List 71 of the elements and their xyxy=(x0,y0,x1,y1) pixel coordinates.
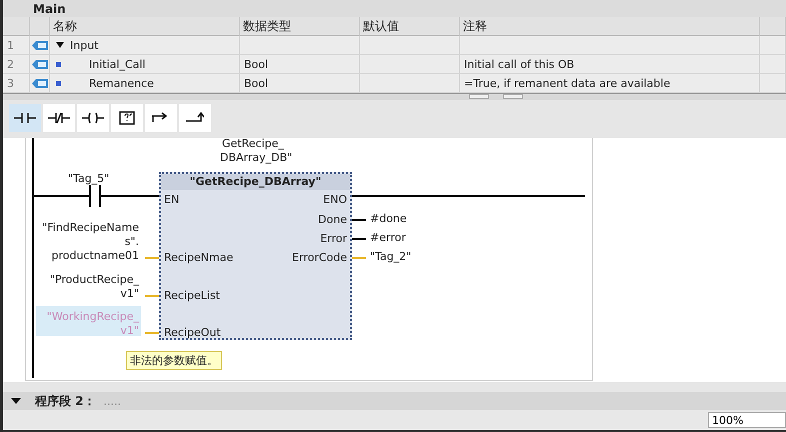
coil-icon xyxy=(82,112,104,124)
comment-text: =True, if remanent data are available xyxy=(464,76,670,90)
toolbar-button[interactable] xyxy=(9,104,41,132)
member-name: Initial_Call xyxy=(89,58,146,70)
output-pin: ENO xyxy=(323,193,347,206)
input-pin: RecipeOut xyxy=(164,326,221,339)
network-comment: ..... xyxy=(104,394,122,408)
input-operand: s". xyxy=(124,235,139,248)
block-title: "GetRecipe_DBArray" xyxy=(161,174,350,190)
contact-icon xyxy=(14,112,36,124)
output-pin: Done xyxy=(318,213,347,226)
header-cell: 数据类型 xyxy=(240,17,360,36)
output-operand: #error xyxy=(370,231,406,244)
toolbar-button[interactable] xyxy=(43,104,75,132)
bool-wire xyxy=(352,219,366,221)
input-pin: RecipeNmae xyxy=(164,251,234,264)
input-pin: EN xyxy=(164,193,180,206)
data-wire xyxy=(145,257,159,259)
data-type: Bool xyxy=(244,76,268,90)
output-pin: Error xyxy=(320,232,347,245)
error-tooltip: 非法的参数赋值。 xyxy=(126,351,222,370)
output-operand: "Tag_2" xyxy=(370,250,412,263)
interface-tag-icon xyxy=(32,40,48,50)
row-number: 2 xyxy=(7,58,14,70)
toolbar-button[interactable] xyxy=(111,104,143,132)
row-number: 3 xyxy=(7,76,14,90)
interface-tag-icon xyxy=(32,58,48,70)
data-wire xyxy=(145,332,159,334)
editor-title: Main xyxy=(33,2,66,16)
function-block[interactable]: "GetRecipe_DBArray" EN RecipeNmae RecipeList RecipeOut ENO Done Error ErrorCode xyxy=(159,172,352,340)
closed-contact-icon xyxy=(48,112,70,124)
input-operand: v1" xyxy=(120,324,139,337)
empty-box-icon xyxy=(118,110,136,126)
interface-tag-icon xyxy=(32,78,48,88)
row-number: 1 xyxy=(7,38,14,52)
data-type: Bool xyxy=(244,58,268,70)
output-pin: ErrorCode xyxy=(292,251,347,264)
input-operand: productname01 xyxy=(51,249,139,262)
toolbar-button[interactable] xyxy=(179,104,211,132)
instance-db-label: DBArray_DB" xyxy=(220,151,292,164)
instance-db-label: GetRecipe_ xyxy=(222,138,284,150)
network-title: 程序段 2： xyxy=(35,392,96,410)
table-cell xyxy=(760,36,786,55)
toolbar-button[interactable] xyxy=(145,104,177,132)
member-name: Input xyxy=(70,38,98,52)
contact-symbol xyxy=(89,185,101,207)
zoom-field[interactable]: 100% xyxy=(708,412,786,428)
input-operand: "ProductRecipe_ xyxy=(50,273,139,286)
data-wire xyxy=(352,257,366,259)
toolbar-button[interactable] xyxy=(77,104,109,132)
header-cell: 默认值 xyxy=(360,17,460,36)
expanded-triangle-icon[interactable] xyxy=(56,41,64,49)
comment-text: Initial call of this OB xyxy=(464,58,574,70)
collapsed-triangle-icon[interactable] xyxy=(11,397,21,405)
data-wire xyxy=(145,295,159,297)
header-cell: 名称 xyxy=(50,17,240,36)
rung-wire xyxy=(101,195,159,197)
input-operand: v1" xyxy=(120,287,139,300)
member-bullet-icon xyxy=(56,62,61,66)
input-pin: RecipeList xyxy=(164,289,220,302)
input-operand: "FindRecipeName xyxy=(42,221,139,234)
branch-close-icon xyxy=(186,112,204,124)
input-operand: "WorkingRecipe_ xyxy=(46,310,139,323)
output-operand: #done xyxy=(370,212,407,225)
bool-wire xyxy=(352,238,366,240)
rung-wire xyxy=(34,195,89,197)
header-cell: 注释 xyxy=(460,17,760,36)
member-bullet-icon xyxy=(56,80,61,86)
branch-open-icon xyxy=(152,112,170,124)
contact-operand: "Tag_5" xyxy=(68,172,110,185)
member-name: Remanence xyxy=(89,76,154,90)
